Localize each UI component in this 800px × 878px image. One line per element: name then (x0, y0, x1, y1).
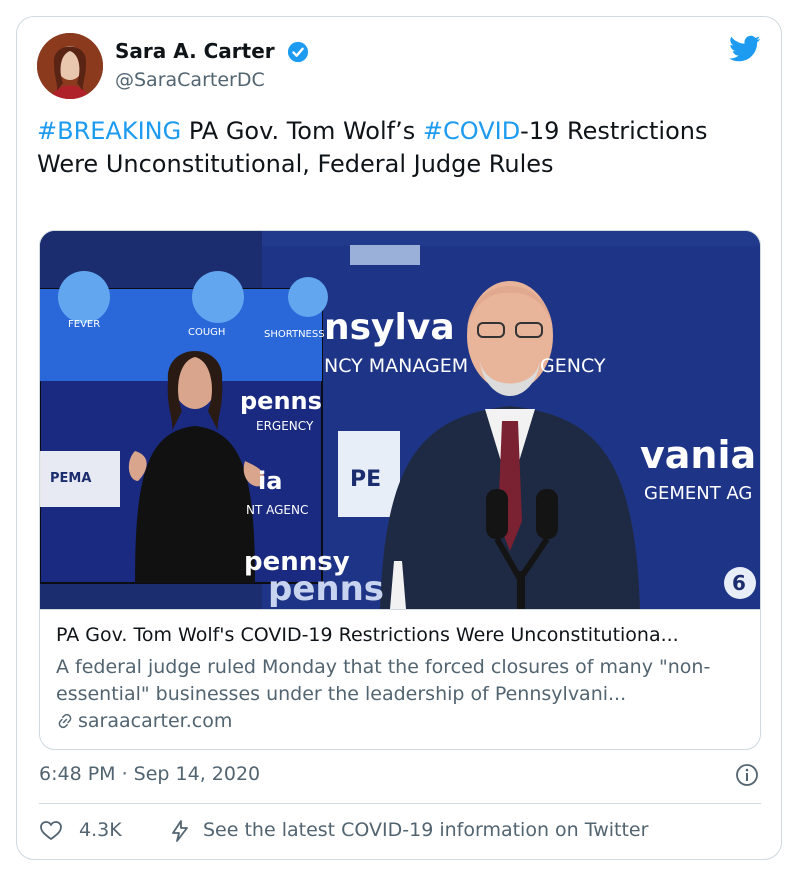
link-icon (58, 713, 72, 729)
image-text-cough: COUGH (188, 327, 226, 338)
image-text-ergency: ERGENCY (256, 419, 314, 433)
image-text-nsylva: nsylva (324, 307, 455, 348)
image-text-fever: FEVER (68, 319, 101, 330)
card-domain[interactable]: saraacarter.com (78, 710, 232, 732)
press-conference-image (40, 231, 760, 609)
card-domain-link[interactable]: saraacarter.com (56, 710, 232, 732)
image-text-pema: PEMA (50, 471, 92, 486)
avatar[interactable] (37, 33, 103, 99)
image-text-shortness: SHORTNESS (264, 329, 325, 340)
image-text-penns-bottom: penns (268, 569, 385, 609)
image-text-nt-agency: NT AGENC (246, 503, 309, 517)
tweet-timestamp[interactable]: 6:48 PM · Sep 14, 2020 (39, 763, 260, 785)
image-text-channel: 6 (732, 571, 746, 595)
tweet-text-part1: PA Gov. Tom Wolf’s (181, 117, 423, 145)
image-text-penns-small: penns (240, 387, 322, 415)
verified-badge-icon (287, 41, 309, 63)
tweet-card[interactable]: Sara A. Carter @SaraCarterDC #BREAKING P… (16, 16, 782, 860)
card-description: A federal judge ruled Monday that the fo… (56, 656, 711, 705)
image-text-vania: vania (640, 433, 757, 477)
lightning-bolt-icon (172, 820, 188, 842)
image-text-pe-logo: PE (350, 467, 382, 492)
card-text-area[interactable]: PA Gov. Tom Wolf's COVID-19 Restrictions… (40, 609, 760, 749)
avatar-image (37, 33, 103, 99)
heart-icon[interactable] (39, 819, 63, 843)
author-handle[interactable]: @SaraCarterDC (115, 69, 265, 91)
image-text-gency: GENCY (540, 355, 606, 377)
card-image[interactable]: FEVER COUGH SHORTNESS nsylva NCY MANAGEM… (40, 231, 760, 609)
image-text-ia: ia (258, 467, 283, 495)
covid-info-link[interactable]: See the latest COVID-19 information on T… (203, 819, 648, 841)
divider (39, 803, 761, 804)
twitter-bird-icon[interactable] (729, 35, 761, 63)
info-icon[interactable] (735, 763, 759, 787)
image-text-gement-ag: GEMENT AG (644, 483, 753, 504)
link-preview-card[interactable]: FEVER COUGH SHORTNESS nsylva NCY MANAGEM… (39, 230, 761, 750)
tweet-text: #BREAKING PA Gov. Tom Wolf’s #COVID-19 R… (37, 115, 737, 181)
author-name[interactable]: Sara A. Carter (115, 39, 275, 63)
hashtag-breaking[interactable]: #BREAKING (37, 117, 181, 145)
hashtag-covid[interactable]: #COVID (423, 117, 520, 145)
card-title[interactable]: PA Gov. Tom Wolf's COVID-19 Restrictions… (56, 624, 746, 646)
image-text-ncy-management: NCY MANAGEM (324, 355, 469, 377)
like-count[interactable]: 4.3K (79, 819, 122, 841)
